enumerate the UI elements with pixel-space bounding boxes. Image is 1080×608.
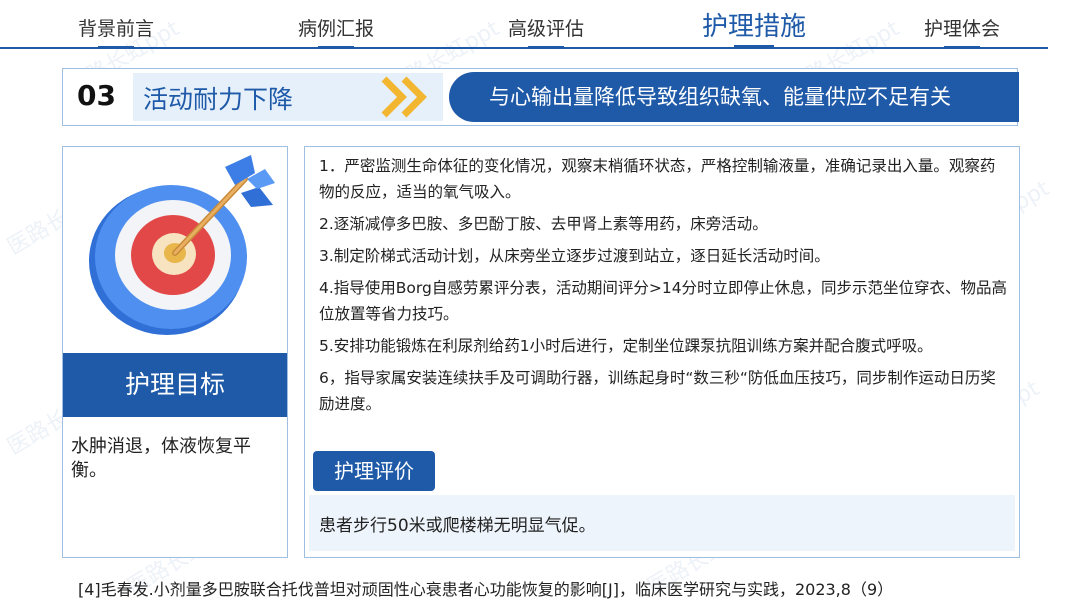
diagnosis-title-bar: 03 活动耐力下降 与心输出量降低导致组织缺氧、能量供应不足有关 — [62, 68, 1019, 126]
measure-item: 4.指导使用Borg自感劳累评分表，活动期间评分>14分时立即停止休息，同步示范… — [319, 279, 1008, 323]
top-navigation: 背景前言 病例汇报 高级评估 护理措施 护理体会 — [0, 0, 1080, 52]
evaluation-panel: 患者步行50米或爬楼梯无明显气促。 — [309, 495, 1015, 551]
nav-tab-assessment[interactable]: 高级评估 — [508, 14, 585, 49]
diagnosis-name: 活动耐力下降 — [143, 85, 294, 114]
nav-tab-label: 背景前言 — [78, 18, 155, 40]
nav-tab-label: 高级评估 — [508, 18, 585, 40]
measures-card: 1．严密监测生命体征的变化情况，观察末梢循环状态，严格控制输液量，准确记录出入量… — [304, 146, 1020, 558]
reference-citation: [4]毛春发.小剂量多巴胺联合托伐普坦对顽固性心衰患者心功能恢复的影响[J]，临… — [78, 580, 894, 599]
section-number: 03 — [77, 79, 116, 112]
evaluation-text: 患者步行50米或爬楼梯无明显气促。 — [319, 516, 596, 536]
measure-item: 5.安排功能锻炼在利尿剂给药1小时后进行，定制坐位踝泵抗阻训练方案并配合腹式呼吸… — [319, 337, 933, 355]
nav-tab-label: 护理措施 — [702, 12, 807, 42]
measure-item: 3.制定阶梯式活动计划，从床旁坐立逐步过渡到站立，逐日延长活动时间。 — [319, 247, 830, 265]
measure-item: 1．严密监测生命体征的变化情况，观察末梢循环状态，严格控制输液量，准确记录出入量… — [319, 157, 996, 201]
double-chevron-right-icon — [381, 76, 427, 118]
measure-item: 2.逐渐减停多巴胺、多巴酚丁胺、去甲肾上素等用药，床旁活动。 — [319, 215, 768, 233]
nav-tab-label: 护理体会 — [924, 18, 1001, 40]
nav-tab-experience[interactable]: 护理体会 — [924, 14, 1001, 49]
nav-tab-nursing-measures[interactable]: 护理措施 — [702, 6, 807, 49]
nav-divider — [0, 47, 1048, 49]
nav-tab-background[interactable]: 背景前言 — [78, 14, 155, 49]
nav-tab-label: 病例汇报 — [298, 18, 375, 40]
nav-tab-case-report[interactable]: 病例汇报 — [298, 14, 375, 49]
diagnosis-cause: 与心输出量降低导致组织缺氧、能量供应不足有关 — [449, 72, 1019, 122]
target-arrow-icon — [89, 155, 275, 335]
goal-card: 护理目标 水肿消退，体液恢复平衡。 — [62, 146, 288, 558]
evaluation-label: 护理评价 — [313, 451, 435, 491]
measures-list: 1．严密监测生命体征的变化情况，观察末梢循环状态，严格控制输液量，准确记录出入量… — [319, 153, 1009, 423]
goal-label: 护理目标 — [63, 353, 287, 417]
measure-item: 6，指导家属安装连续扶手及可调助行器，训练起身时“数三秒“防低血压技巧，同步制作… — [319, 369, 996, 413]
goal-text: 水肿消退，体液恢复平衡。 — [71, 436, 251, 481]
